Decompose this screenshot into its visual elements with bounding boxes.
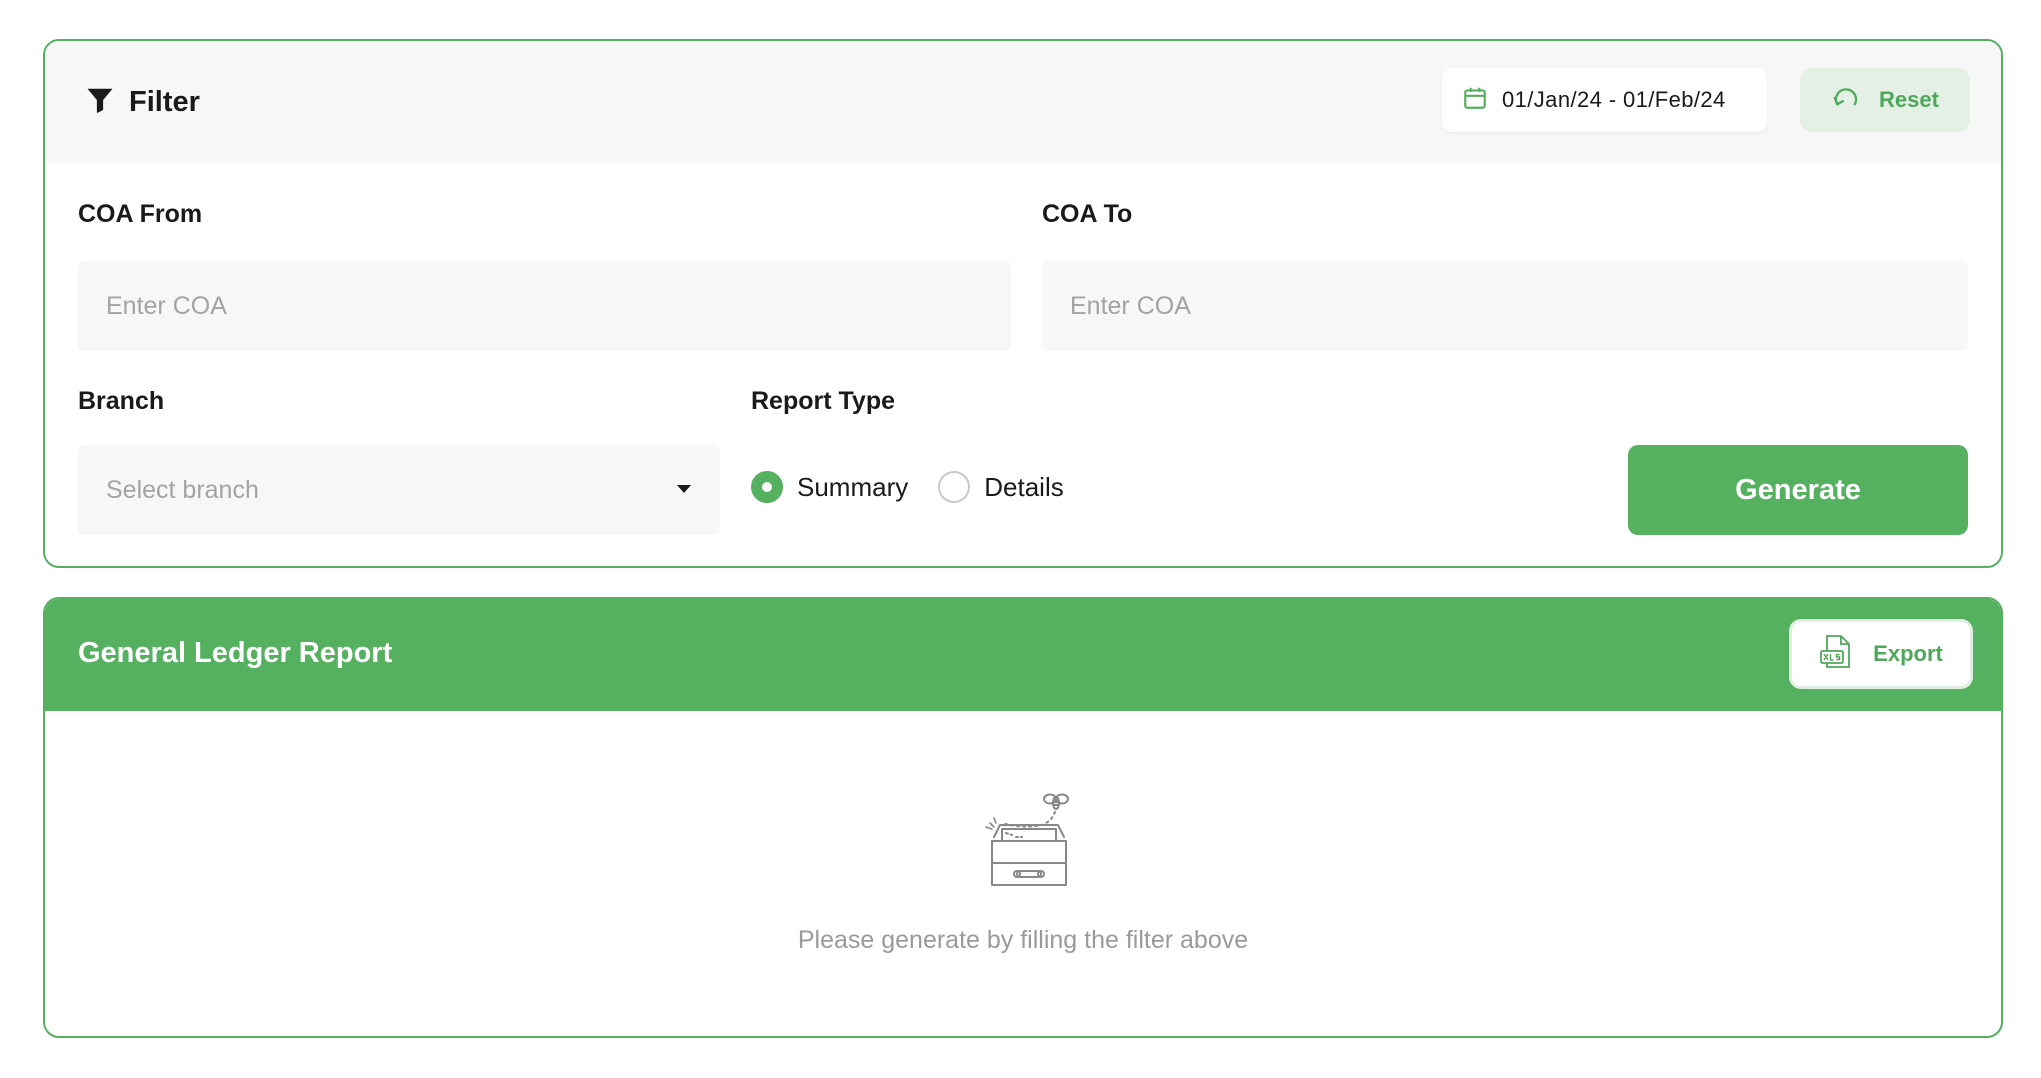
summary-radio[interactable] <box>751 471 783 503</box>
date-range-value: 01/Jan/24 - 01/Feb/24 <box>1502 87 1726 112</box>
coa-to-label: COA To <box>1042 200 1133 228</box>
coa-from-label: COA From <box>78 200 203 228</box>
empty-box-icon <box>972 785 1088 895</box>
generate-button[interactable]: Generate <box>1628 445 1968 535</box>
report-panel: General Ledger Report Export Please gene… <box>43 597 2003 1038</box>
reset-button[interactable]: Reset <box>1800 68 1970 132</box>
export-button[interactable]: Export <box>1789 619 1973 689</box>
date-range-picker[interactable]: 01/Jan/24 - 01/Feb/24 <box>1442 68 1767 132</box>
filter-icon <box>85 85 115 120</box>
summary-label: Summary <box>797 471 909 502</box>
filter-header: Filter 01/Jan/24 - 01/Feb/24 Reset <box>45 41 2001 163</box>
reset-icon <box>1831 83 1861 118</box>
report-type-radio-group: Summary Details <box>751 471 1064 503</box>
chevron-down-icon <box>676 481 692 499</box>
report-type-label: Report Type <box>751 387 895 415</box>
branch-label: Branch <box>78 387 165 415</box>
empty-state-message: Please generate by filling the filter ab… <box>797 926 1249 954</box>
branch-select[interactable]: Select branch <box>78 445 720 535</box>
calendar-icon <box>1462 85 1488 116</box>
xls-file-icon <box>1819 634 1853 675</box>
details-label: Details <box>984 471 1064 502</box>
report-title: General Ledger Report <box>78 637 393 669</box>
reset-label: Reset <box>1879 87 1939 112</box>
filter-title-group: Filter <box>85 85 200 120</box>
report-type-details[interactable]: Details <box>938 471 1064 503</box>
report-header: General Ledger Report Export <box>45 599 2001 711</box>
report-type-summary[interactable]: Summary <box>751 471 908 503</box>
filter-panel: Filter 01/Jan/24 - 01/Feb/24 Reset COA F… <box>43 39 2003 568</box>
coa-to-input[interactable] <box>1042 261 1968 351</box>
coa-from-input[interactable] <box>78 261 1011 351</box>
details-radio[interactable] <box>938 471 971 503</box>
branch-select-placeholder: Select branch <box>106 475 259 504</box>
export-label: Export <box>1873 641 1943 666</box>
filter-title: Filter <box>129 86 200 118</box>
